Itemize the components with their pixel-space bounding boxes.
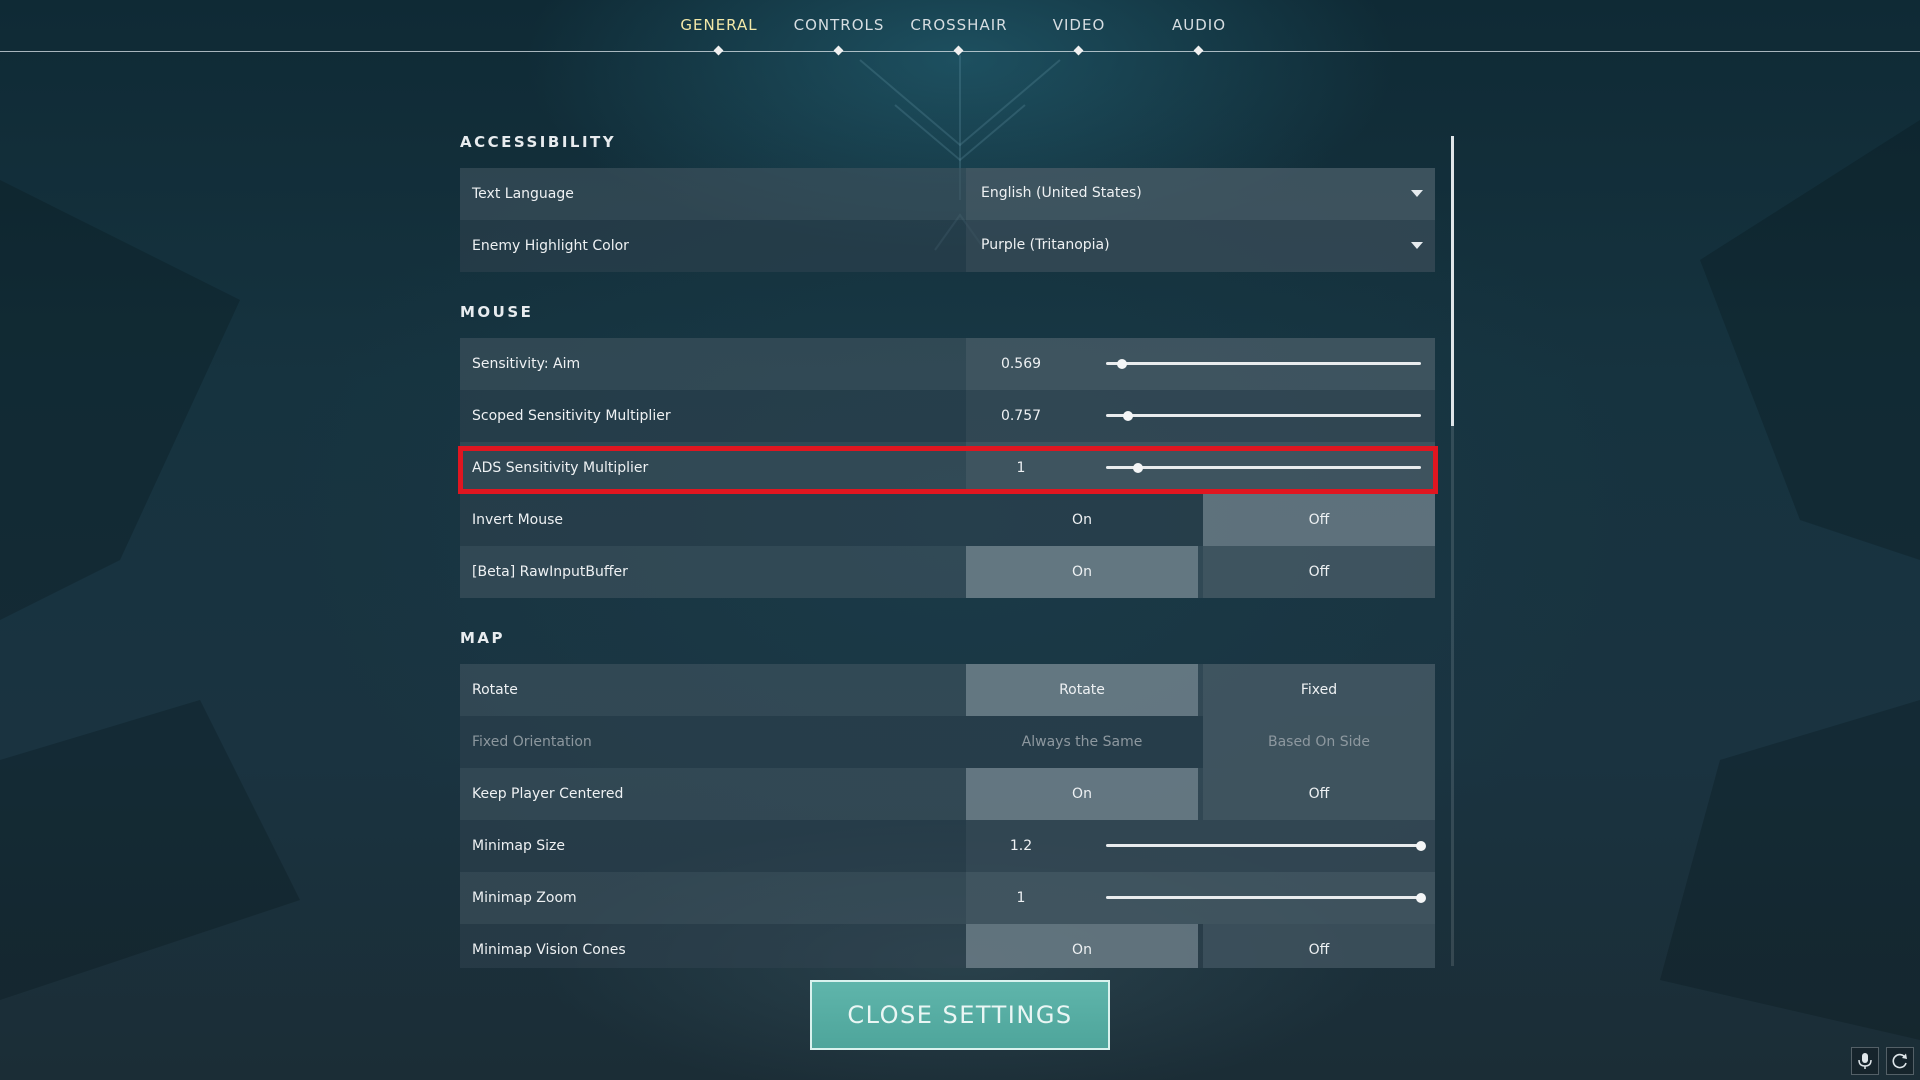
slider-track bbox=[1106, 362, 1421, 365]
tab-general[interactable]: GENERAL bbox=[680, 16, 757, 34]
minimap-zoom-slider[interactable] bbox=[1106, 892, 1426, 904]
tab-video[interactable]: VIDEO bbox=[1053, 16, 1106, 34]
fixed-orientation-always-same-option: Always the Same bbox=[1021, 734, 1143, 750]
setting-label: [Beta] RawInputBuffer bbox=[472, 564, 628, 580]
slider-thumb[interactable] bbox=[1123, 411, 1133, 421]
minimap-vision-cones-off-option[interactable]: Off bbox=[1203, 924, 1435, 968]
fixed-orientation-based-on-side-option: Based On Side bbox=[1203, 716, 1435, 768]
tab-crosshair-marker bbox=[953, 45, 964, 56]
setting-value-panel: On Off bbox=[966, 494, 1435, 546]
section-title-mouse: MOUSE bbox=[460, 303, 534, 321]
slider-thumb[interactable] bbox=[1117, 359, 1127, 369]
map-fixed-option[interactable]: Fixed bbox=[1203, 664, 1435, 716]
slider-value-readout[interactable]: 1 bbox=[991, 872, 1051, 924]
setting-label: Enemy Highlight Color bbox=[472, 238, 629, 254]
dropdown-selected-value: Purple (Tritanopia) bbox=[981, 237, 1110, 253]
settings-scrollbar-thumb[interactable] bbox=[1451, 136, 1454, 426]
slider-track bbox=[1106, 896, 1421, 899]
slider-thumb[interactable] bbox=[1133, 463, 1143, 473]
tab-video-marker bbox=[1073, 45, 1084, 56]
setting-label: Minimap Size bbox=[472, 838, 566, 854]
minimap-vision-cones-on-option[interactable]: On bbox=[966, 924, 1198, 968]
slider-track bbox=[1106, 844, 1421, 847]
slider-thumb[interactable] bbox=[1416, 893, 1426, 903]
setting-row-text-language: Text Language English (United States) bbox=[460, 168, 1435, 220]
invert-mouse-on-option[interactable]: On bbox=[966, 494, 1198, 546]
refresh-icon[interactable] bbox=[1886, 1047, 1914, 1075]
sensitivity-aim-slider[interactable] bbox=[1106, 358, 1426, 370]
setting-label: Scoped Sensitivity Multiplier bbox=[472, 408, 671, 424]
setting-row-minimap-size: Minimap Size 1.2 bbox=[460, 820, 1435, 872]
keep-player-centered-on-option[interactable]: On bbox=[966, 768, 1198, 820]
raw-input-buffer-off-option[interactable]: Off bbox=[1203, 546, 1435, 598]
setting-value-panel: On Off bbox=[966, 924, 1435, 968]
slider-value-readout[interactable]: 0.757 bbox=[991, 390, 1051, 442]
tab-controls[interactable]: CONTROLS bbox=[794, 16, 885, 34]
setting-value-panel: 0.757 bbox=[966, 390, 1435, 442]
setting-label: Minimap Vision Cones bbox=[472, 942, 626, 958]
setting-value-panel: 1 bbox=[966, 872, 1435, 924]
section-title-accessibility: ACCESSIBILITY bbox=[460, 133, 617, 151]
setting-value-panel: 1.2 bbox=[966, 820, 1435, 872]
setting-label: Invert Mouse bbox=[472, 512, 564, 528]
setting-row-minimap-vision-cones: Minimap Vision Cones On Off bbox=[460, 924, 1435, 968]
tab-general-marker bbox=[713, 45, 724, 56]
tab-audio-marker bbox=[1193, 45, 1204, 56]
microphone-icon[interactable] bbox=[1851, 1047, 1879, 1075]
invert-mouse-off-option[interactable]: Off bbox=[1203, 494, 1435, 546]
top-navigation: GENERAL CONTROLS CROSSHAIR VIDEO AUDIO bbox=[0, 0, 1920, 56]
setting-value-panel: Purple (Tritanopia) bbox=[966, 220, 1435, 272]
setting-row-fixed-orientation: Fixed Orientation Always the Same Based … bbox=[460, 716, 1435, 768]
setting-label: Rotate bbox=[472, 682, 518, 698]
setting-label: Keep Player Centered bbox=[472, 786, 624, 802]
ads-sensitivity-slider[interactable] bbox=[1106, 462, 1426, 474]
setting-label: Text Language bbox=[472, 186, 574, 202]
keep-player-centered-off-option[interactable]: Off bbox=[1203, 768, 1435, 820]
setting-row-keep-player-centered: Keep Player Centered On Off bbox=[460, 768, 1435, 820]
slider-track bbox=[1106, 466, 1421, 469]
setting-value-panel: 0.569 bbox=[966, 338, 1435, 390]
setting-row-ads-sensitivity-multiplier: ADS Sensitivity Multiplier 1 bbox=[460, 442, 1435, 494]
setting-label: Fixed Orientation bbox=[472, 734, 592, 750]
setting-value-panel: On Off bbox=[966, 546, 1435, 598]
tab-audio[interactable]: AUDIO bbox=[1172, 16, 1226, 34]
section-title-map: MAP bbox=[460, 629, 506, 647]
setting-value-panel: English (United States) bbox=[966, 168, 1435, 220]
setting-value-panel: On Off bbox=[966, 768, 1435, 820]
dropdown-selected-value: English (United States) bbox=[981, 185, 1142, 201]
caret-down-icon bbox=[1411, 242, 1423, 249]
tab-controls-marker bbox=[833, 45, 844, 56]
setting-value-panel: Rotate Fixed bbox=[966, 664, 1435, 716]
slider-value-readout[interactable]: 1.2 bbox=[991, 820, 1051, 872]
setting-label: Sensitivity: Aim bbox=[472, 356, 581, 372]
scoped-sensitivity-slider[interactable] bbox=[1106, 410, 1426, 422]
setting-row-sensitivity-aim: Sensitivity: Aim 0.569 bbox=[460, 338, 1435, 390]
setting-row-scoped-sensitivity-multiplier: Scoped Sensitivity Multiplier 0.757 bbox=[460, 390, 1435, 442]
setting-row-enemy-highlight-color: Enemy Highlight Color Purple (Tritanopia… bbox=[460, 220, 1435, 272]
map-rotate-option[interactable]: Rotate bbox=[966, 664, 1198, 716]
text-language-dropdown[interactable]: English (United States) bbox=[966, 168, 1435, 220]
setting-label: ADS Sensitivity Multiplier bbox=[472, 460, 649, 476]
raw-input-buffer-on-option[interactable]: On bbox=[966, 546, 1198, 598]
slider-value-readout[interactable]: 0.569 bbox=[991, 338, 1051, 390]
setting-value-panel: 1 bbox=[966, 442, 1435, 494]
slider-track bbox=[1106, 414, 1421, 417]
slider-thumb[interactable] bbox=[1416, 841, 1426, 851]
slider-value-readout[interactable]: 1 bbox=[991, 442, 1051, 494]
caret-down-icon bbox=[1411, 190, 1423, 197]
setting-row-minimap-zoom: Minimap Zoom 1 bbox=[460, 872, 1435, 924]
tab-crosshair[interactable]: CROSSHAIR bbox=[910, 16, 1007, 34]
close-settings-button[interactable]: CLOSE SETTINGS bbox=[810, 980, 1110, 1050]
setting-row-invert-mouse: Invert Mouse On Off bbox=[460, 494, 1435, 546]
minimap-size-slider[interactable] bbox=[1106, 840, 1426, 852]
enemy-highlight-color-dropdown[interactable]: Purple (Tritanopia) bbox=[966, 220, 1435, 272]
setting-value-panel: Always the Same Based On Side bbox=[966, 716, 1435, 768]
setting-row-rotate: Rotate Rotate Fixed bbox=[460, 664, 1435, 716]
setting-label: Minimap Zoom bbox=[472, 890, 577, 906]
setting-row-raw-input-buffer: [Beta] RawInputBuffer On Off bbox=[460, 546, 1435, 598]
